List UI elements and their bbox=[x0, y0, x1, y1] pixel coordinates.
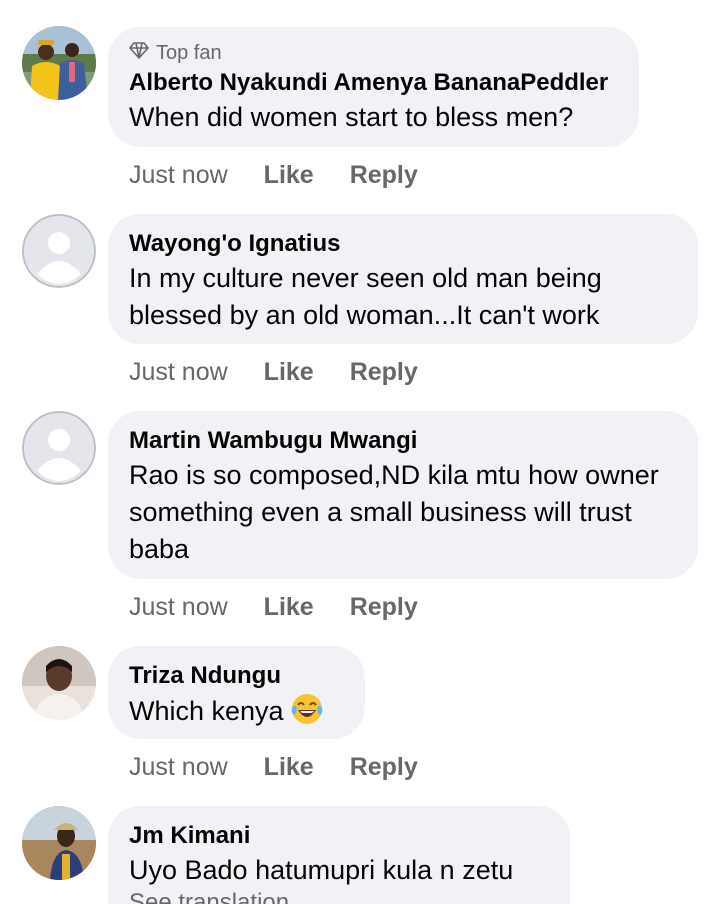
badge-label: Top fan bbox=[156, 41, 222, 64]
reply-button[interactable]: Reply bbox=[350, 159, 418, 191]
avatar[interactable] bbox=[22, 214, 96, 288]
comment-bubble: Top fan Alberto Nyakundi Amenya BananaPe… bbox=[108, 27, 639, 147]
comment-author[interactable]: Triza Ndungu bbox=[129, 660, 343, 692]
avatar[interactable] bbox=[22, 806, 96, 880]
comment-actions: Just now Like Reply bbox=[129, 751, 418, 783]
comment-text: When did women start to bless men? bbox=[129, 102, 574, 132]
tears-of-joy-emoji bbox=[290, 692, 324, 726]
comment-bubble: Wayong'o Ignatius In my culture never se… bbox=[108, 214, 698, 344]
diamond-icon bbox=[129, 40, 149, 66]
comment-author[interactable]: Wayong'o Ignatius bbox=[129, 228, 676, 260]
comment-text: Rao is so composed,ND kila mtu how owner… bbox=[129, 460, 659, 564]
comments-feed: Top fan Alberto Nyakundi Amenya BananaPe… bbox=[0, 0, 720, 904]
timestamp[interactable]: Just now bbox=[129, 751, 228, 783]
comment-bubble: Martin Wambugu Mwangi Rao is so composed… bbox=[108, 411, 698, 579]
comment-text: In my culture never seen old man being b… bbox=[129, 263, 602, 330]
comment-actions: Just now Like Reply bbox=[129, 591, 418, 623]
like-button[interactable]: Like bbox=[264, 356, 314, 388]
comment-text-content: Which kenya bbox=[129, 696, 284, 726]
like-button[interactable]: Like bbox=[264, 591, 314, 623]
timestamp[interactable]: Just now bbox=[129, 591, 228, 623]
avatar[interactable] bbox=[22, 646, 96, 720]
timestamp[interactable]: Just now bbox=[129, 356, 228, 388]
comment-actions: Just now Like Reply bbox=[129, 356, 418, 388]
comment-author[interactable]: Jm Kimani bbox=[129, 820, 548, 852]
comment-author[interactable]: Martin Wambugu Mwangi bbox=[129, 425, 676, 457]
reply-button[interactable]: Reply bbox=[350, 356, 418, 388]
avatar[interactable] bbox=[22, 411, 96, 485]
comment-text: Uyo Bado hatumupri kula n zetu bbox=[129, 855, 514, 885]
avatar[interactable] bbox=[22, 26, 96, 100]
comment-author[interactable]: Alberto Nyakundi Amenya BananaPeddler bbox=[129, 67, 617, 99]
timestamp[interactable]: Just now bbox=[129, 159, 228, 191]
reply-button[interactable]: Reply bbox=[350, 751, 418, 783]
top-fan-badge: Top fan bbox=[129, 41, 617, 65]
like-button[interactable]: Like bbox=[264, 751, 314, 783]
comment-text: Which kenya bbox=[129, 692, 343, 730]
see-translation-link[interactable]: See translation bbox=[129, 889, 289, 904]
reply-button[interactable]: Reply bbox=[350, 591, 418, 623]
comment-bubble: Triza Ndungu Which kenya bbox=[108, 646, 365, 739]
comment-actions: Just now Like Reply bbox=[129, 159, 418, 191]
like-button[interactable]: Like bbox=[264, 159, 314, 191]
